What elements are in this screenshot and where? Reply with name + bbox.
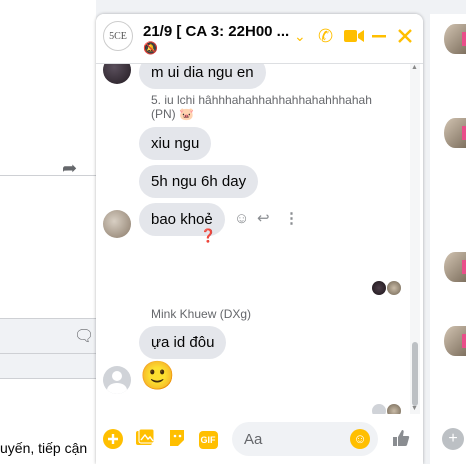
background-post-body [0, 176, 96, 322]
chat-head-badge [462, 126, 466, 140]
reaction-badge[interactable]: ❓ [200, 228, 216, 244]
scrollbar[interactable]: ▲ ▼ [410, 64, 420, 414]
chat-window: 5CE 21/9 [ CA 3: 22H00 ... 🔕 ⌄ ✆ m ui di… [96, 14, 423, 464]
chat-head-badge [462, 260, 466, 274]
reply-icon[interactable]: ↩ [257, 209, 270, 227]
new-message-icon[interactable]: + [442, 428, 464, 450]
chat-head-badge [462, 334, 466, 348]
phone-icon[interactable]: ✆ [318, 26, 333, 46]
close-icon[interactable] [397, 26, 413, 48]
chat-title[interactable]: 21/9 [ CA 3: 22H00 ... [143, 23, 293, 40]
emoji-icon[interactable]: ☺ [350, 429, 370, 449]
scroll-up-icon[interactable]: ▲ [411, 64, 418, 71]
gif-icon[interactable]: GIF [197, 428, 219, 450]
sender-avatar[interactable] [103, 210, 131, 238]
message-composer[interactable]: ☺ [232, 422, 378, 456]
emoji-message[interactable]: 🙂 [140, 360, 175, 392]
react-emoji-icon[interactable]: ☺ [234, 210, 249, 227]
muted-notifications-icon: 🔕 [143, 41, 158, 55]
message-bubble[interactable]: ựa id đôu [139, 326, 227, 359]
group-avatar[interactable]: 5CE [103, 21, 133, 51]
background-post-text: uyến, tiếp cận [0, 440, 88, 456]
sender-avatar-default[interactable] [103, 366, 131, 394]
scrollbar-thumb[interactable] [412, 342, 418, 406]
message-bubble-partial[interactable]: m ui dia ngu en [139, 64, 266, 89]
sender-name: 5. iu lchi hâhhhahahhahhahhahahhhahah (P… [151, 93, 372, 121]
message-bubble[interactable]: xiu ngu [139, 127, 212, 160]
sender-name: Mink Khuew (DXg) [151, 307, 252, 321]
message-bubble[interactable]: 5h ngu 6h day [139, 165, 259, 198]
message-list[interactable]: m ui dia ngu en 5. iu lchi hâhhhahahhahh… [96, 64, 423, 414]
chat-header[interactable]: 5CE 21/9 [ CA 3: 22H00 ... 🔕 ⌄ ✆ [96, 14, 423, 64]
chevron-down-icon[interactable]: ⌄ [294, 26, 306, 46]
chat-composer-bar: GIF ☺ [96, 414, 423, 464]
more-options-icon[interactable]: ⋮ [284, 209, 299, 227]
add-circle-icon[interactable] [102, 428, 124, 450]
comment-icon[interactable]: 🗨 [74, 326, 94, 346]
minimize-icon[interactable] [372, 26, 386, 47]
scroll-down-icon[interactable]: ▼ [411, 405, 418, 412]
photo-icon[interactable] [134, 428, 156, 450]
seen-avatar [372, 281, 386, 295]
seen-avatar [387, 404, 401, 414]
background-post-card [0, 0, 96, 176]
seen-avatar [372, 404, 386, 414]
chat-heads-rail: + [430, 14, 466, 464]
video-icon[interactable] [344, 26, 364, 47]
sender-avatar[interactable] [103, 64, 131, 84]
chat-head-badge [462, 32, 466, 46]
message-input[interactable] [244, 429, 344, 449]
thumbs-up-icon[interactable] [390, 428, 412, 450]
sticker-icon[interactable] [166, 428, 188, 450]
seen-avatar [387, 281, 401, 295]
